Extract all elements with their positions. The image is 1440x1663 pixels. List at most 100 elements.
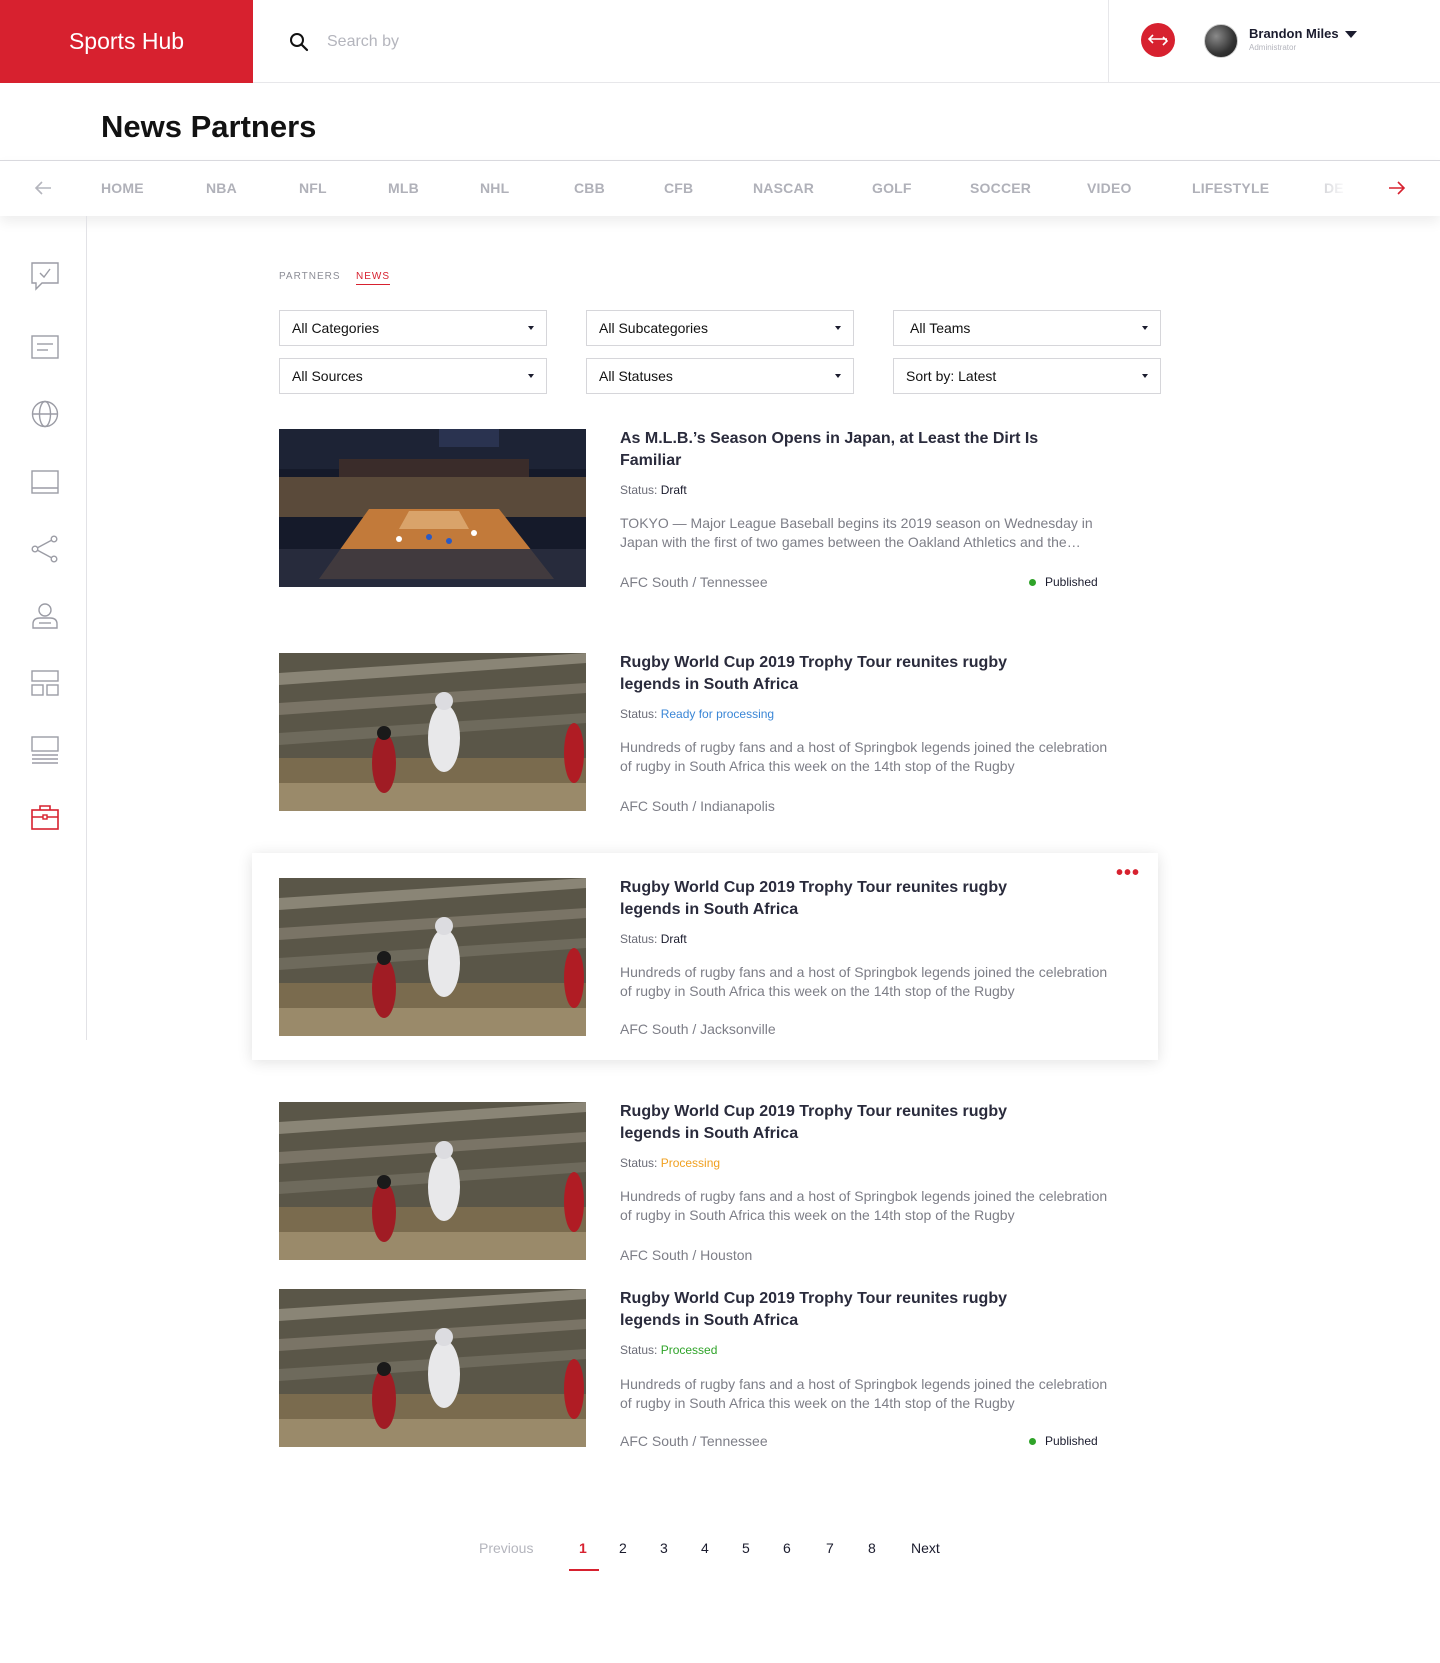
more-options-icon[interactable]: •••: [1116, 863, 1140, 883]
nav-next-arrow-icon[interactable]: [1386, 177, 1408, 199]
article-status: Status: Processing: [620, 1156, 720, 1170]
chevron-down-icon: [528, 326, 534, 330]
article-status-value: Processed: [660, 1343, 718, 1357]
sources-select-value: All Sources: [292, 368, 363, 384]
article-title[interactable]: Rugby World Cup 2019 Trophy Tour reunite…: [620, 1288, 1060, 1332]
search-input[interactable]: [327, 32, 927, 51]
article-image: [279, 878, 586, 1036]
subcategories-select[interactable]: All Subcategories: [586, 310, 854, 346]
article-card-active[interactable]: Rugby World Cup 2019 Trophy Tour reunite…: [252, 853, 1158, 1060]
search-icon[interactable]: [289, 32, 309, 52]
article-description: Hundreds of rugby fans and a host of Spr…: [620, 739, 1108, 774]
status-dot-icon: [1029, 578, 1036, 586]
category-nav: HOME NBA NFL MLB NHL CBB CFB NASCAR GOLF…: [0, 160, 1440, 216]
share-icon[interactable]: [30, 534, 60, 564]
nav-item-mlb[interactable]: MLB: [388, 180, 419, 196]
statuses-select[interactable]: All Statuses: [586, 358, 854, 394]
nav-item-nhl[interactable]: NHL: [480, 180, 509, 196]
layout-icon[interactable]: [30, 668, 60, 698]
screen-icon[interactable]: [30, 467, 60, 497]
pagination-previous[interactable]: Previous: [479, 1540, 533, 1556]
article-description: TOKYO — Major League Baseball begins its…: [620, 515, 1093, 550]
nav-item-soccer[interactable]: SOCCER: [970, 180, 1031, 196]
pagination-page-8[interactable]: 8: [868, 1540, 876, 1556]
nav-item-golf[interactable]: GOLF: [872, 180, 912, 196]
article-card[interactable]: As M.L.B.’s Season Opens in Japan, at Le…: [252, 419, 1158, 599]
pagination-page-6[interactable]: 6: [783, 1540, 791, 1556]
chevron-down-icon: [1142, 374, 1148, 378]
categories-select[interactable]: All Categories: [279, 310, 547, 346]
pagination-page-5[interactable]: 5: [742, 1540, 750, 1556]
briefcase-icon[interactable]: [30, 802, 60, 832]
nav-item-cbb[interactable]: CBB: [574, 180, 605, 196]
article-thumbnail[interactable]: [279, 878, 586, 1036]
article-card[interactable]: Rugby World Cup 2019 Trophy Tour reunite…: [252, 1092, 1158, 1272]
sidebar-divider: [86, 216, 87, 1040]
nav-item-nascar[interactable]: NASCAR: [753, 180, 814, 196]
article-status: Status: Draft: [620, 483, 687, 497]
pagination-active-indicator: [569, 1569, 599, 1571]
article-image: [279, 1102, 586, 1260]
published-badge: Published: [1029, 1434, 1098, 1448]
survey-icon[interactable]: [30, 261, 60, 291]
sources-select[interactable]: All Sources: [279, 358, 547, 394]
article-image: [279, 429, 586, 587]
published-label: Published: [1045, 1434, 1098, 1448]
article-title[interactable]: Rugby World Cup 2019 Trophy Tour reunite…: [620, 877, 1060, 921]
pagination-next[interactable]: Next: [911, 1540, 940, 1556]
article-status-value: Draft: [660, 483, 687, 497]
pagination-page-3[interactable]: 3: [660, 1540, 668, 1556]
article-status: Status: Ready for processing: [620, 707, 774, 721]
users-icon[interactable]: [30, 601, 60, 631]
page-title: News Partners: [101, 109, 317, 144]
pagination-page-7[interactable]: 7: [826, 1540, 834, 1556]
article-status-value: Draft: [660, 932, 687, 946]
article-description: Hundreds of rugby fans and a host of Spr…: [620, 964, 1108, 999]
article-team: AFC South / Indianapolis: [620, 798, 775, 814]
pagination-page-2[interactable]: 2: [619, 1540, 627, 1556]
switch-view-button[interactable]: [1141, 23, 1175, 57]
article-team: AFC South / Houston: [620, 1247, 753, 1263]
nav-item-nba[interactable]: NBA: [206, 180, 237, 196]
article-team: AFC South / Tennessee: [620, 574, 768, 590]
tab-partners[interactable]: PARTNERS: [279, 271, 341, 282]
article-image: [279, 1289, 586, 1447]
user-name[interactable]: Brandon Miles: [1249, 26, 1339, 41]
teams-select-value: All Teams: [910, 320, 971, 336]
nav-item-cfb[interactable]: CFB: [664, 180, 693, 196]
article-thumbnail[interactable]: [279, 653, 586, 811]
nav-item-lifestyle[interactable]: LIFESTYLE: [1192, 180, 1269, 196]
sort-select[interactable]: Sort by: Latest: [893, 358, 1161, 394]
brand-logo[interactable]: Sports Hub: [0, 0, 253, 83]
chevron-down-icon: [835, 326, 841, 330]
tab-news[interactable]: NEWS: [356, 271, 390, 285]
user-menu-caret-icon[interactable]: [1345, 31, 1357, 38]
article-title[interactable]: Rugby World Cup 2019 Trophy Tour reunite…: [620, 1101, 1060, 1145]
nav-item-home[interactable]: HOME: [101, 180, 144, 196]
list-icon[interactable]: [30, 735, 60, 765]
article-title[interactable]: Rugby World Cup 2019 Trophy Tour reunite…: [620, 652, 1060, 696]
nav-item-nfl[interactable]: NFL: [299, 180, 327, 196]
nav-fade-overlay: [1300, 161, 1380, 216]
article-card[interactable]: Rugby World Cup 2019 Trophy Tour reunite…: [252, 1279, 1158, 1459]
avatar[interactable]: [1204, 24, 1238, 58]
article-thumbnail[interactable]: [279, 1102, 586, 1260]
globe-icon[interactable]: [30, 399, 60, 429]
teams-select[interactable]: All Teams: [893, 310, 1161, 346]
article-card[interactable]: Rugby World Cup 2019 Trophy Tour reunite…: [252, 643, 1158, 823]
article-thumbnail[interactable]: [279, 429, 586, 587]
article-title[interactable]: As M.L.B.’s Season Opens in Japan, at Le…: [620, 428, 1060, 472]
article-status: Status: Draft: [620, 932, 687, 946]
nav-prev-arrow-icon[interactable]: [32, 177, 54, 199]
published-label: Published: [1045, 575, 1098, 589]
nav-item-video[interactable]: VIDEO: [1087, 180, 1132, 196]
pagination-page-4[interactable]: 4: [701, 1540, 709, 1556]
swap-arrows-icon: [1148, 34, 1168, 46]
article-thumbnail[interactable]: [279, 1289, 586, 1447]
header-divider: [1108, 0, 1109, 83]
pagination-page-1[interactable]: 1: [579, 1540, 587, 1556]
brand-name: Sports Hub: [68, 28, 185, 54]
search-bar: [253, 0, 1108, 83]
article-icon[interactable]: [30, 332, 60, 362]
header-border: [253, 82, 1440, 83]
